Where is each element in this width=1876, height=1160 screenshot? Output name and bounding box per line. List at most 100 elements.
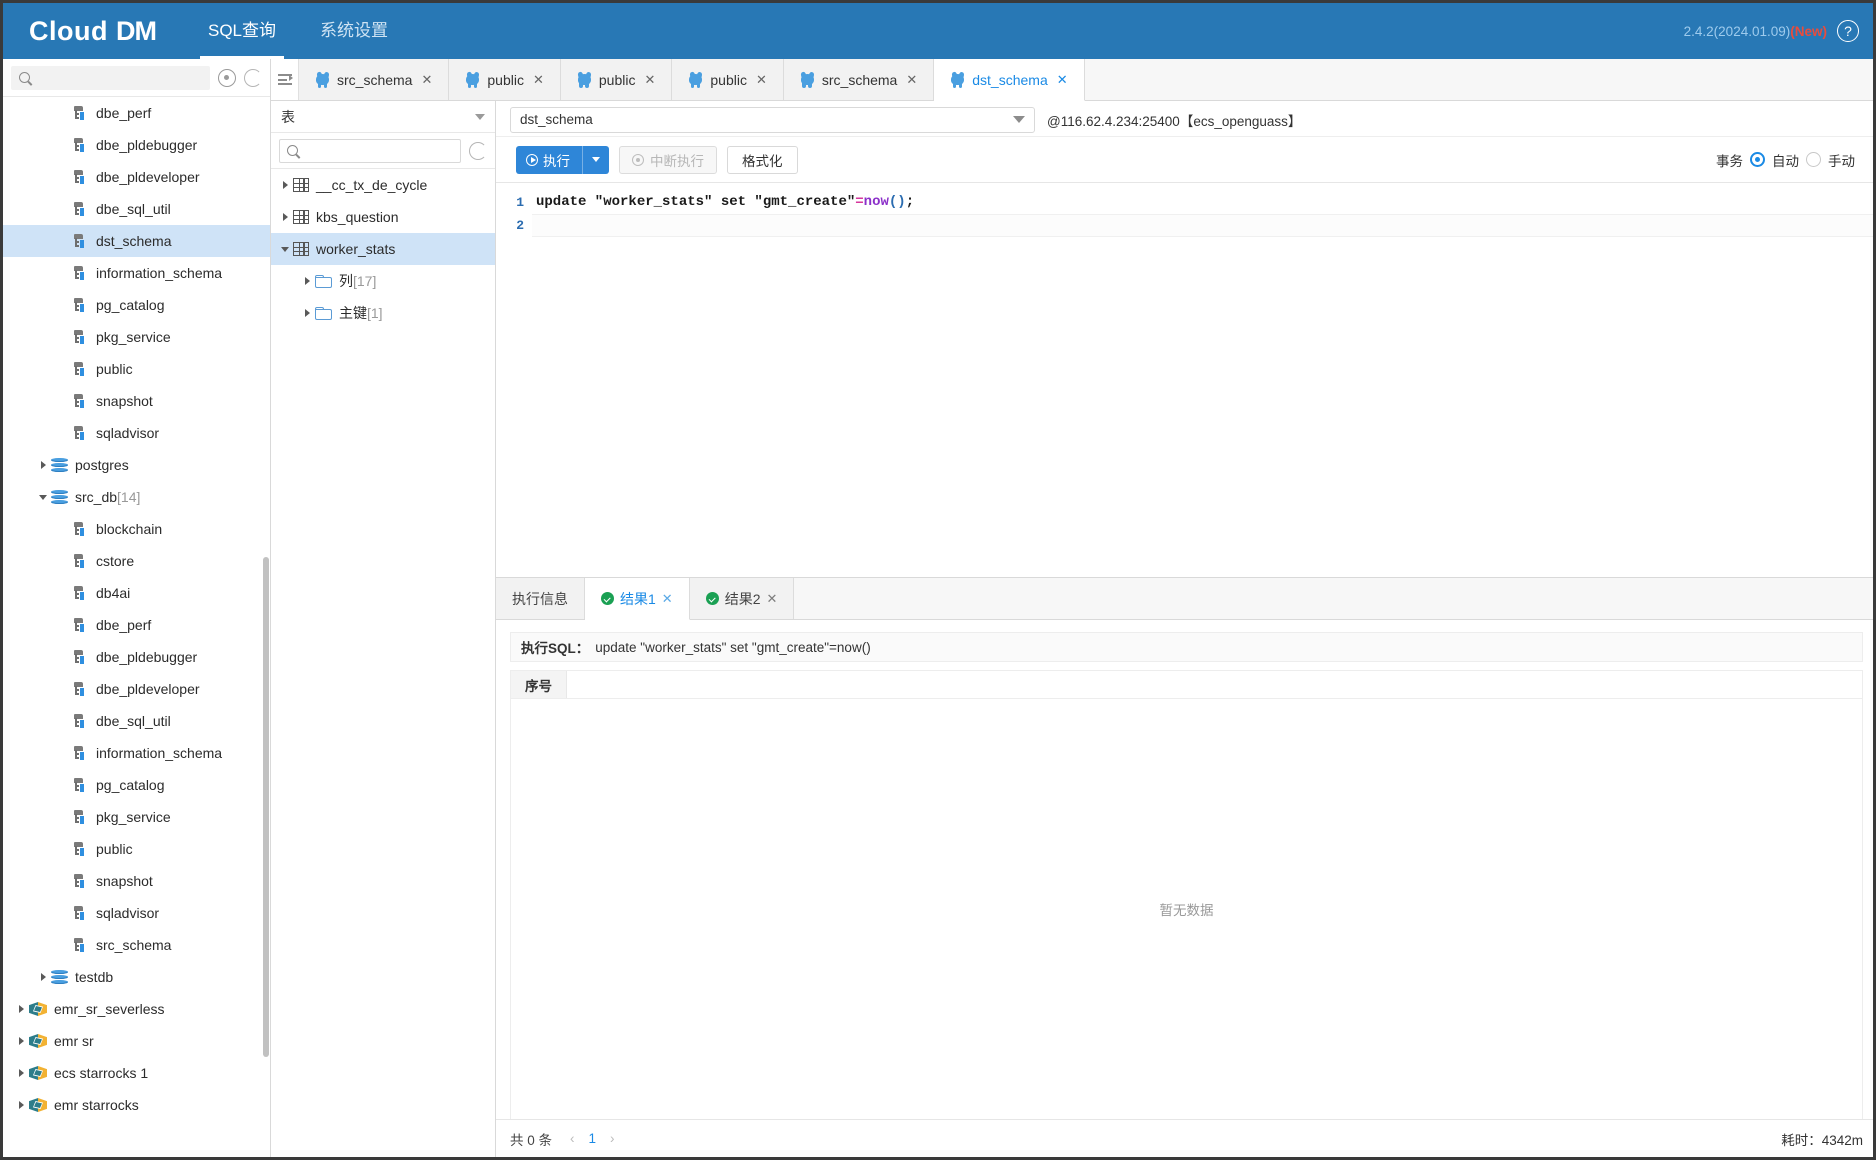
tree-node--[interactable]: 列[17] <box>271 265 495 297</box>
transaction-manual-radio[interactable] <box>1806 152 1821 167</box>
result-tab-0[interactable]: 执行信息 <box>496 578 585 619</box>
tree-node-------------[interactable]: kbs_question <box>271 201 495 233</box>
refresh-icon[interactable] <box>244 69 262 87</box>
format-button[interactable]: 格式化 <box>727 146 798 174</box>
prev-page-button[interactable]: ‹ <box>570 1131 575 1146</box>
expand-caret-icon[interactable] <box>35 495 51 500</box>
close-icon[interactable]: ✕ <box>1057 72 1068 88</box>
editor-tab-4[interactable]: src_schema✕ <box>784 59 934 100</box>
tree-node-------------[interactable]: dbe_sql_util <box>3 193 270 225</box>
expand-caret-icon[interactable] <box>299 277 315 285</box>
expand-caret-icon[interactable] <box>13 1101 29 1109</box>
tree-node---------[interactable]: postgres <box>3 449 270 481</box>
collapse-sidebar-icon[interactable] <box>271 59 299 100</box>
locate-icon[interactable] <box>218 69 236 87</box>
tree-node-------------------[interactable]: information_schema <box>3 257 270 289</box>
code-line-1[interactable]: update "worker_stats" set "gmt_create"=n… <box>532 191 1873 214</box>
object-tree[interactable]: __cc_tx_de_cyclekbs_question worker_stats… <box>271 169 495 1157</box>
editor-tab-0[interactable]: src_schema✕ <box>299 59 449 100</box>
editor-tab-5[interactable]: dst_schema✕ <box>934 59 1084 101</box>
tree-node---------[interactable]: snapshot <box>3 385 270 417</box>
tree-node------------[interactable]: pkg_service <box>3 801 270 833</box>
close-icon[interactable]: ✕ <box>767 591 778 607</box>
tree-node-------[interactable]: emr sr <box>3 1025 270 1057</box>
sidebar-scrollbar[interactable] <box>263 557 269 1057</box>
tree-node-w-----------[interactable]: worker_stats <box>271 233 495 265</box>
tree-node------[interactable]: db4ai <box>3 577 270 609</box>
tree-node----------------[interactable]: dbe_pldeveloper <box>3 161 270 193</box>
schema-icon <box>73 649 89 665</box>
tree-node--------------[interactable]: emr starrocks <box>3 1089 270 1121</box>
close-icon[interactable]: ✕ <box>533 72 544 88</box>
tree-node-------------------[interactable]: information_schema <box>3 737 270 769</box>
tree-node-----------[interactable]: pg_catalog <box>3 289 270 321</box>
editor-tab-3[interactable]: public✕ <box>672 59 784 100</box>
expand-caret-icon[interactable] <box>277 213 293 221</box>
close-icon[interactable]: ✕ <box>421 72 432 88</box>
tree-node-----------[interactable]: dst_schema <box>3 225 270 257</box>
sql-code-lines[interactable]: update "worker_stats" set "gmt_create"=n… <box>532 183 1873 577</box>
run-button-dropdown[interactable] <box>583 157 609 162</box>
editor-tab-2[interactable]: public✕ <box>561 59 673 100</box>
tree-node---------------[interactable]: dbe_pldebugger <box>3 129 270 161</box>
tree-node-----------[interactable]: sqladvisor <box>3 897 270 929</box>
tree-node-----------[interactable]: pg_catalog <box>3 769 270 801</box>
tree-node---------[interactable]: dbe_perf <box>3 97 270 129</box>
nav-item-system-settings[interactable]: 系统设置 <box>298 3 410 59</box>
tree-node-----------------[interactable]: __cc_tx_de_cycle <box>271 169 495 201</box>
tree-node-------[interactable]: testdb <box>3 961 270 993</box>
tree-node-----------[interactable]: blockchain <box>3 513 270 545</box>
result-tab-2[interactable]: 结果2✕ <box>690 578 795 619</box>
run-button[interactable]: 执行 <box>516 146 609 174</box>
expand-caret-icon[interactable] <box>299 309 315 317</box>
expand-caret-icon[interactable] <box>13 1037 29 1045</box>
tree-node----------------[interactable]: dbe_pldeveloper <box>3 673 270 705</box>
tree-node----------------[interactable]: ecs starrocks 1 <box>3 1057 270 1089</box>
tree-node-label: worker_stats <box>316 241 395 257</box>
close-icon[interactable]: ✕ <box>756 72 767 88</box>
expand-caret-icon[interactable] <box>13 1069 29 1077</box>
expand-caret-icon[interactable] <box>277 247 293 252</box>
current-page-number[interactable]: 1 <box>589 1131 597 1146</box>
expand-caret-icon[interactable] <box>35 461 51 469</box>
close-icon[interactable]: ✕ <box>644 72 655 88</box>
close-icon[interactable]: ✕ <box>906 72 917 88</box>
expand-caret-icon[interactable] <box>277 181 293 189</box>
sql-code-area[interactable]: 12 update "worker_stats" set "gmt_create… <box>496 183 1873 577</box>
object-type-selector[interactable]: 表 <box>271 101 495 133</box>
tree-node---------------[interactable]: dbe_pldebugger <box>3 641 270 673</box>
tree-node------------[interactable]: pkg_service <box>3 321 270 353</box>
connection-tree-scroll[interactable]: dbe_perfdbe_pldebuggerdbe_pldeveloperdbe… <box>3 97 270 1157</box>
tree-node-label: information_schema <box>96 745 222 761</box>
tree-node---------[interactable]: dbe_perf <box>3 609 270 641</box>
tree-node-------[interactable]: cstore <box>3 545 270 577</box>
expand-caret-icon[interactable] <box>35 973 51 981</box>
object-search-input[interactable] <box>279 139 461 163</box>
starrocks-icon <box>29 1032 47 1050</box>
tree-node-------------[interactable]: dbe_sql_util <box>3 705 270 737</box>
sidebar-search-input[interactable] <box>11 66 210 90</box>
line-number: 2 <box>496 214 524 237</box>
tree-node-----------[interactable]: src_schema <box>3 929 270 961</box>
close-icon[interactable]: ✕ <box>662 591 673 607</box>
tree-node-------[interactable]: public <box>3 833 270 865</box>
app-logo: Cloud DM <box>3 16 186 47</box>
folder-icon <box>315 307 332 320</box>
nav-item-sql-query[interactable]: SQL查询 <box>186 3 298 59</box>
tree-node---------[interactable]: snapshot <box>3 865 270 897</box>
refresh-icon[interactable] <box>469 142 487 160</box>
next-page-button[interactable]: › <box>610 1131 615 1146</box>
transaction-auto-radio[interactable] <box>1750 152 1765 167</box>
result-tab-1[interactable]: 结果1✕ <box>585 578 690 620</box>
code-line-2[interactable] <box>532 214 1873 237</box>
editor-tab-1[interactable]: public✕ <box>449 59 561 100</box>
tree-node-----------[interactable]: sqladvisor <box>3 417 270 449</box>
expand-caret-icon[interactable] <box>13 1005 29 1013</box>
result-column-header[interactable]: 序号 <box>511 671 567 698</box>
tree-node---[interactable]: 主键[1] <box>271 297 495 329</box>
tree-node-------[interactable]: src_db[14] <box>3 481 270 513</box>
tree-node-------[interactable]: public <box>3 353 270 385</box>
tree-node-----------------[interactable]: emr_sr_severless <box>3 993 270 1025</box>
schema-selector[interactable]: dst_schema <box>510 107 1035 133</box>
help-icon[interactable]: ? <box>1837 20 1859 42</box>
